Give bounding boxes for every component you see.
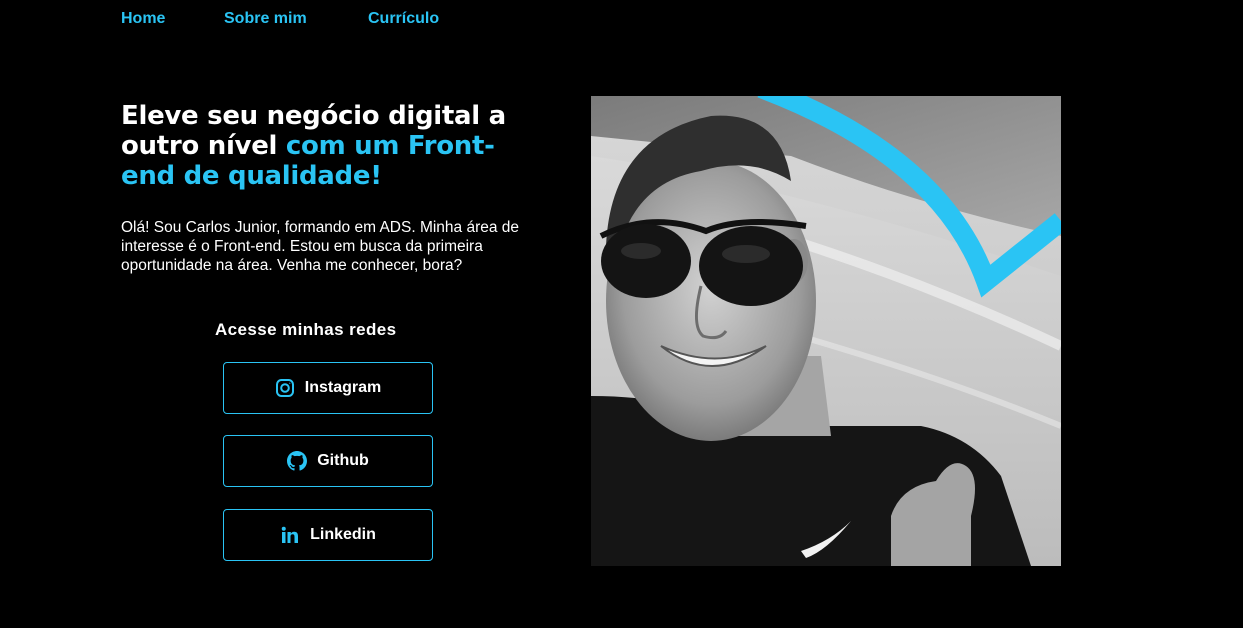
linkedin-icon bbox=[280, 525, 300, 545]
github-label: Github bbox=[317, 452, 369, 469]
instagram-button[interactable]: Instagram bbox=[223, 362, 433, 414]
instagram-icon bbox=[275, 378, 295, 398]
nav-about-link[interactable]: Sobre mim bbox=[224, 10, 368, 28]
intro-text: Olá! Sou Carlos Junior, formando em ADS.… bbox=[121, 219, 520, 274]
social-title: Acesse minhas redes bbox=[215, 320, 397, 339]
linkedin-label: Linkedin bbox=[310, 526, 376, 543]
profile-photo bbox=[591, 96, 1061, 566]
nav-home-link[interactable]: Home bbox=[121, 10, 224, 28]
github-button[interactable]: Github bbox=[223, 435, 433, 487]
github-icon bbox=[287, 451, 308, 471]
hero-headline: Eleve seu negócio digital a outro nível … bbox=[121, 101, 541, 191]
nav-resume-link[interactable]: Currículo bbox=[368, 10, 439, 28]
linkedin-button[interactable]: Linkedin bbox=[223, 509, 433, 561]
top-nav: Home Sobre mim Currículo bbox=[121, 10, 439, 28]
instagram-label: Instagram bbox=[304, 379, 382, 396]
